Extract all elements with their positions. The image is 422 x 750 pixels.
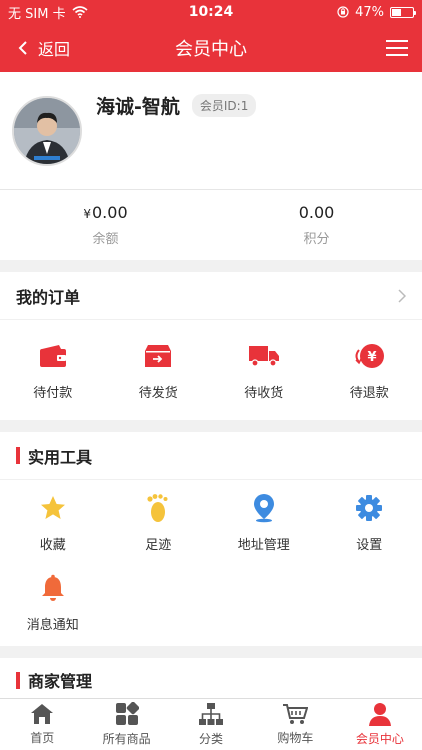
order-pending-refund[interactable]: ¥ 待退款 xyxy=(317,320,422,416)
orientation-lock-icon xyxy=(337,6,349,18)
chevron-left-icon xyxy=(18,41,27,55)
refund-icon: ¥ xyxy=(353,340,385,372)
tools-header: 实用工具 xyxy=(0,432,422,480)
battery-percent: 47% xyxy=(355,4,384,20)
points-item[interactable]: 0.00 积分 xyxy=(211,190,422,260)
balance-label: 余额 xyxy=(92,232,119,247)
merchant-section: 商家管理 xyxy=(0,658,422,698)
orders-header[interactable]: 我的订单 xyxy=(0,272,422,320)
points-amount: 0.00 xyxy=(298,203,335,222)
user-icon xyxy=(368,703,391,726)
tools-title: 实用工具 xyxy=(28,447,93,467)
merchant-header: 商家管理 xyxy=(0,658,422,702)
tool-label: 消息通知 xyxy=(26,618,79,633)
cart-icon xyxy=(283,704,309,724)
order-label: 待收货 xyxy=(244,386,284,401)
star-icon xyxy=(37,492,69,524)
back-label: 返回 xyxy=(38,40,71,59)
profile-card: 海诚-智航 会员ID:1 xyxy=(0,72,422,190)
tool-settings[interactable]: 设置 xyxy=(317,480,422,560)
orders-title: 我的订单 xyxy=(16,287,81,307)
nav-bar: 返回 会员中心 xyxy=(0,24,422,72)
tab-bar: 首页 所有商品 分类 购物车 会员中心 xyxy=(0,698,422,750)
svg-text:¥: ¥ xyxy=(368,350,377,365)
tab-label: 会员中心 xyxy=(355,732,404,746)
back-button[interactable]: 返回 xyxy=(0,36,130,60)
tool-address[interactable]: 地址管理 xyxy=(211,480,317,560)
tab-home[interactable]: 首页 xyxy=(0,699,84,750)
merchant-title: 商家管理 xyxy=(28,672,93,691)
section-marker xyxy=(16,447,20,464)
category-icon xyxy=(199,703,224,725)
tab-label: 分类 xyxy=(199,732,224,746)
points-label: 积分 xyxy=(303,232,330,247)
page-title: 会员中心 xyxy=(175,39,247,60)
tool-label: 设置 xyxy=(356,538,383,553)
wifi-icon xyxy=(72,6,88,18)
balance-item[interactable]: ¥0.00 余额 xyxy=(0,190,211,260)
order-pending-payment[interactable]: 待付款 xyxy=(0,320,106,416)
section-marker xyxy=(16,671,20,689)
status-time: 10:24 xyxy=(188,4,234,20)
location-icon xyxy=(248,492,280,524)
chevron-right-icon xyxy=(398,288,406,303)
tool-footprint[interactable]: 足迹 xyxy=(106,480,212,560)
currency-symbol: ¥ xyxy=(83,207,91,221)
balance-panel: ¥0.00 余额 0.00 积分 xyxy=(0,190,422,260)
gear-icon xyxy=(353,492,385,524)
tool-label: 收藏 xyxy=(39,538,66,553)
menu-button[interactable] xyxy=(292,39,422,57)
avatar[interactable] xyxy=(12,95,82,166)
home-icon xyxy=(31,704,54,724)
box-icon xyxy=(142,340,174,372)
orders-section: 我的订单 待付款 待发货 待收货 ¥ 待退款 xyxy=(0,272,422,420)
tab-all-products[interactable]: 所有商品 xyxy=(84,699,168,750)
order-pending-receipt[interactable]: 待收货 xyxy=(211,320,317,416)
balance-amount: 0.00 xyxy=(92,203,128,222)
grid-icon xyxy=(115,702,139,725)
order-pending-shipment[interactable]: 待发货 xyxy=(106,320,212,416)
status-bar: 无 SIM 卡 10:24 47% xyxy=(0,0,422,24)
battery-icon xyxy=(390,6,416,18)
wallet-icon xyxy=(37,340,69,372)
bell-icon xyxy=(37,572,69,604)
tool-favorites[interactable]: 收藏 xyxy=(0,480,106,560)
hamburger-icon xyxy=(386,40,408,56)
tab-member-center[interactable]: 会员中心 xyxy=(338,699,422,750)
tool-label: 足迹 xyxy=(145,538,172,553)
tab-label: 所有商品 xyxy=(102,732,151,746)
member-id-badge: 会员ID:1 xyxy=(191,94,257,117)
carrier-label: 无 SIM 卡 xyxy=(8,6,66,22)
order-label: 待发货 xyxy=(138,386,178,401)
user-name: 海诚-智航 xyxy=(96,96,180,118)
truck-icon xyxy=(248,340,280,372)
tab-label: 首页 xyxy=(30,731,55,745)
order-label: 待付款 xyxy=(33,386,73,401)
tab-category[interactable]: 分类 xyxy=(169,699,253,750)
tools-section: 实用工具 收藏 足迹 地址管理 设置 消息通知 xyxy=(0,432,422,646)
tab-cart[interactable]: 购物车 xyxy=(253,699,337,750)
footprint-icon xyxy=(142,492,174,524)
tool-label: 地址管理 xyxy=(237,538,290,553)
order-label: 待退款 xyxy=(349,386,389,401)
tab-label: 购物车 xyxy=(277,731,314,745)
tool-notifications[interactable]: 消息通知 xyxy=(0,560,106,640)
